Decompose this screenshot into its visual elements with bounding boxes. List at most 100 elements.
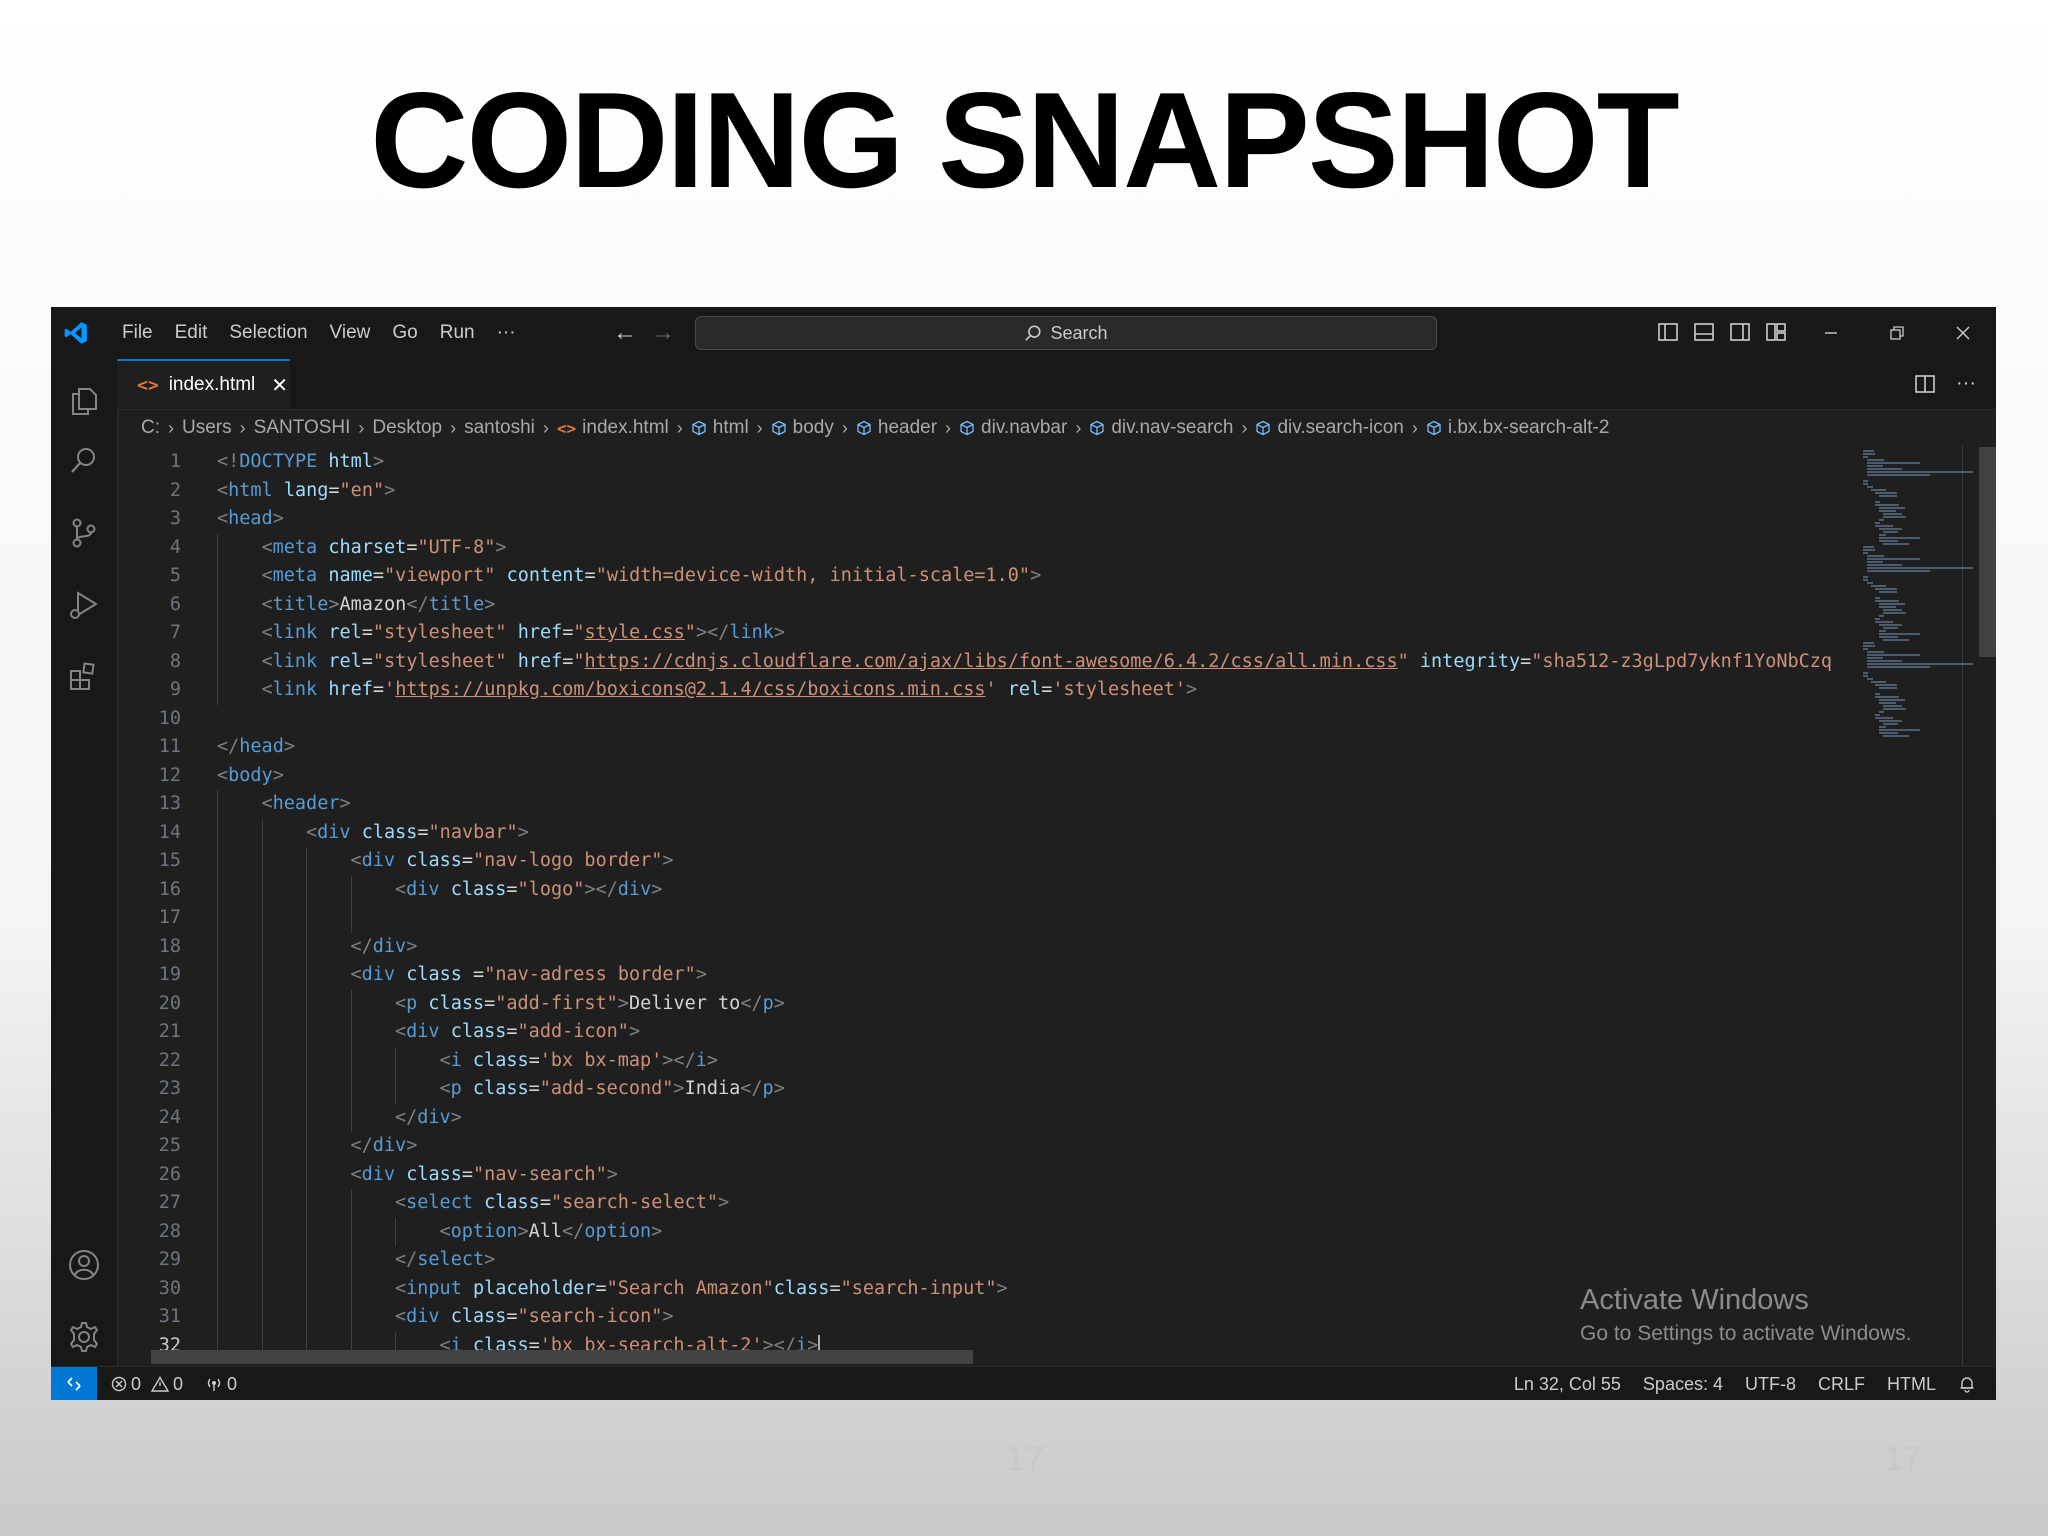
close-window-button[interactable] xyxy=(1930,307,1996,359)
more-actions-icon[interactable]: ··· xyxy=(1956,372,1976,395)
breadcrumb-item[interactable]: SANTOSHI xyxy=(254,417,351,439)
breadcrumb-item[interactable]: Users xyxy=(182,417,232,439)
breadcrumb-item[interactable]: body xyxy=(771,417,834,439)
tab-index-html[interactable]: <> index.html ✕ xyxy=(117,359,290,409)
indent-guide xyxy=(306,1303,307,1332)
breadcrumb-item[interactable]: div.search-icon xyxy=(1255,417,1404,439)
code-line[interactable]: 19 <div class ="nav-adress border"> xyxy=(117,961,1949,990)
html-file-icon: <> xyxy=(137,374,159,396)
customize-layout-icon[interactable] xyxy=(1765,321,1787,343)
code-line[interactable]: 20 <p class="add-first">Deliver to</p> xyxy=(117,989,1949,1018)
tab-close-icon[interactable]: ✕ xyxy=(271,373,288,398)
code-line[interactable]: 10 xyxy=(117,705,1949,734)
toggle-secondary-sidebar-icon[interactable] xyxy=(1729,321,1751,343)
forward-arrow-icon[interactable]: → xyxy=(651,319,675,347)
restore-button[interactable] xyxy=(1864,307,1930,359)
code-line[interactable]: 5 <meta name="viewport" content="width=de… xyxy=(117,562,1949,591)
minimap-line xyxy=(1875,504,1899,506)
menu-edit[interactable]: Edit xyxy=(164,322,219,344)
code-line[interactable]: 8 <link rel="stylesheet" href="https://cd… xyxy=(117,647,1949,676)
line-number: 16 xyxy=(158,878,181,900)
manage-gear-icon[interactable] xyxy=(66,1319,102,1355)
code-editor[interactable]: 1 <!DOCTYPE html> 2 <html lang="en"> 3 <head>… xyxy=(117,446,1949,1366)
language-mode[interactable]: HTML xyxy=(1887,1374,1936,1395)
code-line[interactable]: 12 <body> xyxy=(117,762,1949,791)
code-line[interactable]: 22 <i class='bx bx-map'></i> xyxy=(117,1046,1949,1075)
breadcrumb-item[interactable]: html xyxy=(691,417,749,439)
code-line[interactable]: 28 <option>All</option> xyxy=(117,1217,1949,1246)
notifications-bell-icon[interactable] xyxy=(1958,1375,1976,1393)
minimap-line xyxy=(1883,516,1907,518)
indentation[interactable]: Spaces: 4 xyxy=(1643,1374,1723,1395)
vertical-scrollbar[interactable] xyxy=(1979,447,1996,657)
code-line[interactable]: 13 <header> xyxy=(117,790,1949,819)
code-text: </div> xyxy=(350,935,418,957)
indent-guide xyxy=(261,1303,263,1332)
code-line[interactable]: 17 xyxy=(117,904,1949,933)
indent-guide xyxy=(261,1217,263,1246)
code-line[interactable]: 7 <link rel="stylesheet" href="style.css"… xyxy=(117,619,1949,648)
code-line[interactable]: 29 </select> xyxy=(117,1246,1949,1275)
menu-view[interactable]: View xyxy=(319,322,382,344)
cursor-position[interactable]: Ln 32, Col 55 xyxy=(1514,1374,1621,1395)
breadcrumb-item[interactable]: div.nav-search xyxy=(1089,417,1233,439)
explorer-icon[interactable] xyxy=(66,383,102,419)
remote-indicator[interactable] xyxy=(51,1367,97,1400)
code-line[interactable]: 16 <div class="logo"></div> xyxy=(117,875,1949,904)
code-line[interactable]: 27 <select class="search-select"> xyxy=(117,1189,1949,1218)
minimap-line xyxy=(1871,681,1886,683)
code-line[interactable]: 1 <!DOCTYPE html> xyxy=(117,448,1949,477)
command-center-search[interactable]: Search xyxy=(695,316,1437,350)
breadcrumb-item[interactable]: i.bx.bx-search-alt-2 xyxy=(1426,417,1609,439)
back-arrow-icon[interactable]: ← xyxy=(613,319,637,347)
file-encoding[interactable]: UTF-8 xyxy=(1745,1374,1796,1395)
indent-guide xyxy=(261,1046,263,1075)
code-line[interactable]: 4 <meta charset="UTF-8"> xyxy=(117,533,1949,562)
title-bar: File Edit Selection View Go Run ··· ← → … xyxy=(51,307,1996,360)
code-line[interactable]: 3 <head> xyxy=(117,505,1949,534)
indent-guide xyxy=(306,961,307,990)
breadcrumb-item[interactable]: header xyxy=(856,417,937,439)
breadcrumb-label: div.navbar xyxy=(981,417,1068,438)
code-line[interactable]: 26 <div class="nav-search"> xyxy=(117,1160,1949,1189)
code-line[interactable]: 9 <link href='https://unpkg.com/boxicons@… xyxy=(117,676,1949,705)
horizontal-scrollbar[interactable] xyxy=(151,1350,973,1364)
menu-more[interactable]: ··· xyxy=(486,322,527,344)
run-debug-icon[interactable] xyxy=(66,587,102,623)
menu-selection[interactable]: Selection xyxy=(218,322,318,344)
breadcrumb-item[interactable]: C: xyxy=(141,417,160,439)
menu-file[interactable]: File xyxy=(111,322,164,344)
minimap-line xyxy=(1879,726,1886,728)
problems-indicator[interactable]: 0 0 xyxy=(111,1374,183,1395)
breadcrumb-item[interactable]: santoshi xyxy=(464,417,535,439)
minimap-line xyxy=(1867,459,1884,461)
code-text: <body> xyxy=(217,764,284,786)
search-view-icon[interactable] xyxy=(66,443,102,479)
code-line[interactable]: 6 <title>Amazon</title> xyxy=(117,590,1949,619)
minimize-button[interactable] xyxy=(1798,307,1864,359)
minimap[interactable] xyxy=(1851,446,1996,1366)
accounts-icon[interactable] xyxy=(66,1247,102,1283)
code-line[interactable]: 2 <html lang="en"> xyxy=(117,477,1949,506)
breadcrumb-item[interactable]: <> index.html xyxy=(557,417,669,439)
code-line[interactable]: 11 </head> xyxy=(117,733,1949,762)
code-line[interactable]: 25 </div> xyxy=(117,1132,1949,1161)
code-line[interactable]: 18 </div> xyxy=(117,932,1949,961)
toggle-primary-sidebar-icon[interactable] xyxy=(1657,321,1679,343)
toggle-panel-icon[interactable] xyxy=(1693,321,1715,343)
breadcrumb-item[interactable]: Desktop xyxy=(372,417,442,439)
split-editor-icon[interactable] xyxy=(1914,373,1936,395)
code-line[interactable]: 23 <p class="add-second">India</p> xyxy=(117,1075,1949,1104)
source-control-icon[interactable] xyxy=(66,515,102,551)
search-label: Search xyxy=(1050,322,1108,343)
code-line[interactable]: 24 </div> xyxy=(117,1103,1949,1132)
menu-go[interactable]: Go xyxy=(381,322,428,344)
breadcrumb-item[interactable]: div.navbar xyxy=(959,417,1067,439)
end-of-line[interactable]: CRLF xyxy=(1818,1374,1865,1395)
code-line[interactable]: 14 <div class="navbar"> xyxy=(117,818,1949,847)
code-line[interactable]: 21 <div class="add-icon"> xyxy=(117,1018,1949,1047)
menu-run[interactable]: Run xyxy=(429,322,486,344)
extensions-icon[interactable] xyxy=(66,659,102,695)
code-line[interactable]: 15 <div class="nav-logo border"> xyxy=(117,847,1949,876)
ports-indicator[interactable]: 0 xyxy=(205,1374,237,1395)
